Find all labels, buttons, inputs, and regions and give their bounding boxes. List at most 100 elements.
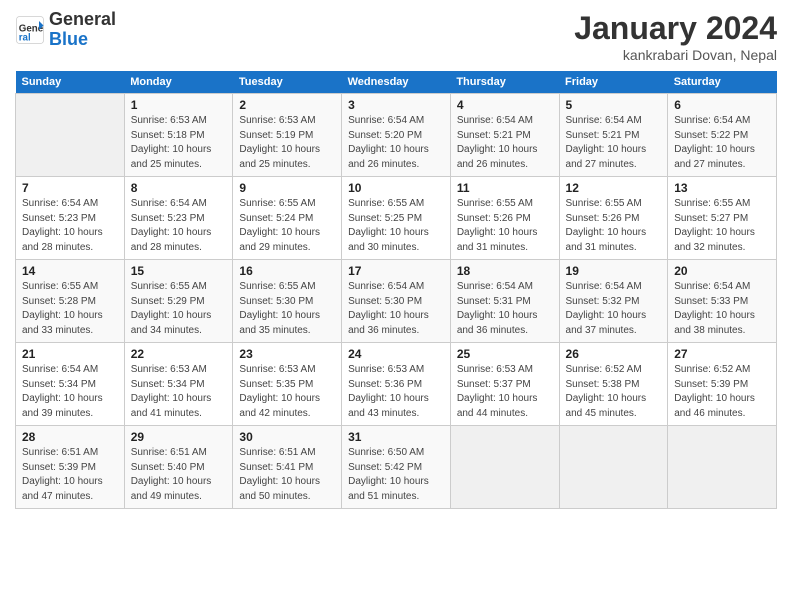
day-info: Sunrise: 6:51 AM Sunset: 5:39 PM Dayligh… xyxy=(22,446,118,504)
day-number: 15 xyxy=(131,264,227,278)
day-number: 17 xyxy=(348,264,444,278)
calendar-cell: 11 Sunrise: 6:55 AM Sunset: 5:26 PM Dayli… xyxy=(450,177,559,260)
day-number: 11 xyxy=(457,181,553,195)
day-number: 26 xyxy=(566,347,662,361)
calendar-cell: 4 Sunrise: 6:54 AM Sunset: 5:21 PM Daylig… xyxy=(450,94,559,177)
day-number: 16 xyxy=(239,264,335,278)
calendar-cell: 17 Sunrise: 6:54 AM Sunset: 5:30 PM Dayli… xyxy=(342,260,451,343)
day-number: 10 xyxy=(348,181,444,195)
calendar-cell: 2Sunrise: 6:53 AM Sunset: 5:19 PM Daylig… xyxy=(233,94,342,177)
calendar-cell: 13 Sunrise: 6:55 AM Sunset: 5:27 PM Dayli… xyxy=(668,177,777,260)
day-number: 25 xyxy=(457,347,553,361)
day-info: Sunrise: 6:53 AM Sunset: 5:37 PM Dayligh… xyxy=(457,363,553,421)
day-number: 21 xyxy=(22,347,118,361)
logo-text-block: General Blue xyxy=(49,10,116,50)
calendar-cell: 15 Sunrise: 6:55 AM Sunset: 5:29 PM Dayli… xyxy=(124,260,233,343)
weekday-header: Thursday xyxy=(450,71,559,94)
weekday-header: Saturday xyxy=(668,71,777,94)
logo-icon: Gene ral xyxy=(15,15,45,45)
day-number: 2 xyxy=(239,98,335,112)
day-info: Sunrise: 6:55 AM Sunset: 5:28 PM Dayligh… xyxy=(22,280,118,338)
calendar-cell: 24Sunrise: 6:53 AM Sunset: 5:36 PM Dayli… xyxy=(342,343,451,426)
day-info: Sunrise: 6:53 AM Sunset: 5:35 PM Dayligh… xyxy=(239,363,335,421)
day-info: Sunrise: 6:53 AM Sunset: 5:34 PM Dayligh… xyxy=(131,363,227,421)
day-info: Sunrise: 6:53 AM Sunset: 5:36 PM Dayligh… xyxy=(348,363,444,421)
calendar-page: Gene ral General Blue January 2024 kankr… xyxy=(0,0,792,612)
calendar-cell: 16Sunrise: 6:55 AM Sunset: 5:30 PM Dayli… xyxy=(233,260,342,343)
calendar-cell: 25 Sunrise: 6:53 AM Sunset: 5:37 PM Dayli… xyxy=(450,343,559,426)
calendar-cell: 31 Sunrise: 6:50 AM Sunset: 5:42 PM Dayli… xyxy=(342,426,451,509)
calendar-week-row: 21 Sunrise: 6:54 AM Sunset: 5:34 PM Dayli… xyxy=(16,343,777,426)
day-info: Sunrise: 6:55 AM Sunset: 5:27 PM Dayligh… xyxy=(674,197,770,255)
calendar-cell xyxy=(559,426,668,509)
logo-line1: General xyxy=(49,10,116,30)
day-number: 13 xyxy=(674,181,770,195)
calendar-cell: 1 Sunrise: 6:53 AM Sunset: 5:18 PM Daylig… xyxy=(124,94,233,177)
calendar-cell: 22Sunrise: 6:53 AM Sunset: 5:34 PM Dayli… xyxy=(124,343,233,426)
day-info: Sunrise: 6:54 AM Sunset: 5:34 PM Dayligh… xyxy=(22,363,118,421)
day-number: 9 xyxy=(239,181,335,195)
day-info: Sunrise: 6:54 AM Sunset: 5:22 PM Dayligh… xyxy=(674,114,770,172)
calendar-cell: 27 Sunrise: 6:52 AM Sunset: 5:39 PM Dayli… xyxy=(668,343,777,426)
day-number: 31 xyxy=(348,430,444,444)
day-info: Sunrise: 6:52 AM Sunset: 5:39 PM Dayligh… xyxy=(674,363,770,421)
calendar-week-row: 1 Sunrise: 6:53 AM Sunset: 5:18 PM Daylig… xyxy=(16,94,777,177)
calendar-cell xyxy=(450,426,559,509)
calendar-cell: 12Sunrise: 6:55 AM Sunset: 5:26 PM Dayli… xyxy=(559,177,668,260)
day-number: 28 xyxy=(22,430,118,444)
calendar-cell: 21 Sunrise: 6:54 AM Sunset: 5:34 PM Dayli… xyxy=(16,343,125,426)
location: kankrabari Dovan, Nepal xyxy=(574,47,777,63)
day-info: Sunrise: 6:54 AM Sunset: 5:20 PM Dayligh… xyxy=(348,114,444,172)
day-number: 8 xyxy=(131,181,227,195)
calendar-cell: 5 Sunrise: 6:54 AM Sunset: 5:21 PM Daylig… xyxy=(559,94,668,177)
day-number: 7 xyxy=(22,181,118,195)
logo: Gene ral General Blue xyxy=(15,10,116,50)
day-info: Sunrise: 6:54 AM Sunset: 5:21 PM Dayligh… xyxy=(457,114,553,172)
calendar-cell: 29 Sunrise: 6:51 AM Sunset: 5:40 PM Dayli… xyxy=(124,426,233,509)
calendar-cell: 9 Sunrise: 6:55 AM Sunset: 5:24 PM Daylig… xyxy=(233,177,342,260)
day-info: Sunrise: 6:52 AM Sunset: 5:38 PM Dayligh… xyxy=(566,363,662,421)
day-info: Sunrise: 6:54 AM Sunset: 5:21 PM Dayligh… xyxy=(566,114,662,172)
day-info: Sunrise: 6:55 AM Sunset: 5:26 PM Dayligh… xyxy=(457,197,553,255)
day-info: Sunrise: 6:53 AM Sunset: 5:18 PM Dayligh… xyxy=(131,114,227,172)
weekday-header: Monday xyxy=(124,71,233,94)
logo-line2: Blue xyxy=(49,30,116,50)
calendar-body: 1 Sunrise: 6:53 AM Sunset: 5:18 PM Daylig… xyxy=(16,94,777,509)
calendar-cell: 26 Sunrise: 6:52 AM Sunset: 5:38 PM Dayli… xyxy=(559,343,668,426)
day-number: 29 xyxy=(131,430,227,444)
day-number: 19 xyxy=(566,264,662,278)
day-number: 14 xyxy=(22,264,118,278)
day-number: 4 xyxy=(457,98,553,112)
day-info: Sunrise: 6:54 AM Sunset: 5:23 PM Dayligh… xyxy=(22,197,118,255)
day-number: 27 xyxy=(674,347,770,361)
calendar-table: SundayMondayTuesdayWednesdayThursdayFrid… xyxy=(15,71,777,509)
calendar-cell: 19Sunrise: 6:54 AM Sunset: 5:32 PM Dayli… xyxy=(559,260,668,343)
day-info: Sunrise: 6:54 AM Sunset: 5:33 PM Dayligh… xyxy=(674,280,770,338)
weekday-header: Friday xyxy=(559,71,668,94)
day-number: 3 xyxy=(348,98,444,112)
title-block: January 2024 kankrabari Dovan, Nepal xyxy=(574,10,777,63)
day-number: 5 xyxy=(566,98,662,112)
calendar-cell xyxy=(16,94,125,177)
calendar-week-row: 14 Sunrise: 6:55 AM Sunset: 5:28 PM Dayli… xyxy=(16,260,777,343)
day-info: Sunrise: 6:54 AM Sunset: 5:23 PM Dayligh… xyxy=(131,197,227,255)
calendar-cell: 28 Sunrise: 6:51 AM Sunset: 5:39 PM Dayli… xyxy=(16,426,125,509)
day-info: Sunrise: 6:54 AM Sunset: 5:31 PM Dayligh… xyxy=(457,280,553,338)
day-info: Sunrise: 6:51 AM Sunset: 5:40 PM Dayligh… xyxy=(131,446,227,504)
day-number: 1 xyxy=(131,98,227,112)
calendar-cell: 3 Sunrise: 6:54 AM Sunset: 5:20 PM Daylig… xyxy=(342,94,451,177)
day-number: 6 xyxy=(674,98,770,112)
weekday-header: Tuesday xyxy=(233,71,342,94)
calendar-cell: 30Sunrise: 6:51 AM Sunset: 5:41 PM Dayli… xyxy=(233,426,342,509)
day-info: Sunrise: 6:54 AM Sunset: 5:30 PM Dayligh… xyxy=(348,280,444,338)
day-info: Sunrise: 6:55 AM Sunset: 5:29 PM Dayligh… xyxy=(131,280,227,338)
calendar-header: SundayMondayTuesdayWednesdayThursdayFrid… xyxy=(16,71,777,94)
day-info: Sunrise: 6:55 AM Sunset: 5:24 PM Dayligh… xyxy=(239,197,335,255)
day-number: 23 xyxy=(239,347,335,361)
day-info: Sunrise: 6:50 AM Sunset: 5:42 PM Dayligh… xyxy=(348,446,444,504)
weekday-header: Wednesday xyxy=(342,71,451,94)
calendar-cell: 8 Sunrise: 6:54 AM Sunset: 5:23 PM Daylig… xyxy=(124,177,233,260)
header: Gene ral General Blue January 2024 kankr… xyxy=(15,10,777,63)
calendar-cell: 18Sunrise: 6:54 AM Sunset: 5:31 PM Dayli… xyxy=(450,260,559,343)
calendar-cell: 7 Sunrise: 6:54 AM Sunset: 5:23 PM Daylig… xyxy=(16,177,125,260)
